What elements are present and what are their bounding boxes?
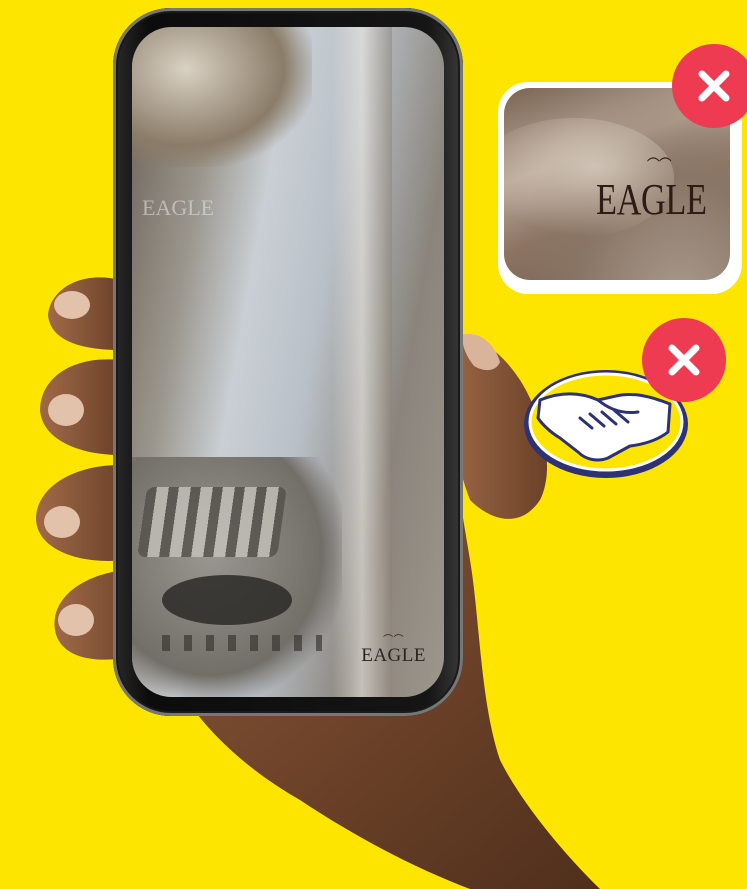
wings-icon: ⌒⌒	[646, 158, 672, 175]
close-icon	[668, 344, 700, 376]
brand-logo-text: EAGLE	[361, 645, 426, 666]
promo-illustration: EAGLE ⌒⌒ EAGLE ⌒⌒ EAGLE	[0, 0, 747, 889]
brand-logo-large-text: EAGLE	[596, 175, 707, 224]
reject-badge-closeup	[672, 44, 747, 128]
phone-screen-photo: EAGLE ⌒⌒ EAGLE	[132, 27, 444, 697]
smartphone: EAGLE ⌒⌒ EAGLE	[113, 8, 463, 716]
brand-logo-large: ⌒⌒ EAGLE	[596, 158, 707, 225]
ghost-brand-logo: EAGLE	[142, 195, 215, 220]
brand-logo-small: ⌒⌒ EAGLE	[361, 635, 426, 667]
close-icon	[698, 70, 730, 102]
reject-badge-marketplace	[642, 318, 726, 402]
wings-icon: ⌒⌒	[383, 635, 405, 646]
